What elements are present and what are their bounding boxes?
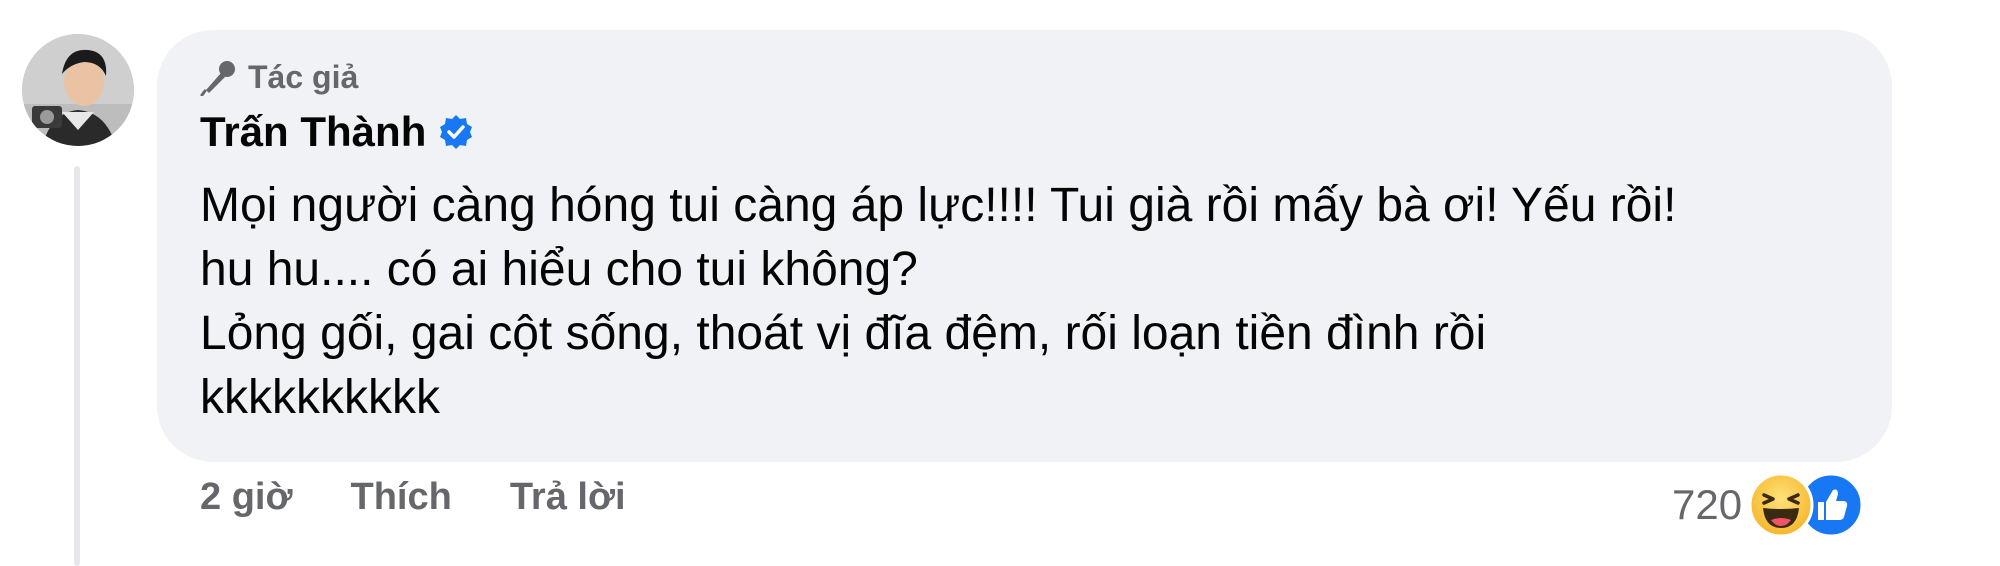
comment-timestamp[interactable]: 2 giờ — [200, 476, 292, 519]
author-badge-label: Tác giả — [248, 58, 359, 95]
microphone-icon — [200, 61, 235, 96]
comment-line: Mọi người càng hóng tui càng áp lực!!!! … — [200, 179, 1677, 232]
reaction-count: 720 — [1672, 481, 1743, 528]
avatar[interactable] — [22, 34, 134, 146]
haha-reaction-icon — [1748, 472, 1814, 538]
like-button[interactable]: Thích — [350, 476, 451, 519]
comment-line: kkkkkkkkkk — [200, 371, 440, 424]
avatar-image — [22, 34, 134, 146]
reaction-summary[interactable]: 720 — [1672, 472, 1868, 538]
reply-button[interactable]: Trả lời — [510, 476, 626, 519]
author-row: Trấn Thành — [200, 108, 474, 156]
reaction-icons — [1748, 472, 1868, 538]
comment-actions: 2 giờ Thích Trả lời — [200, 476, 626, 519]
comment-line: hu hu.... có ai hiểu cho tui không? — [200, 243, 918, 296]
author-badge: Tác giả — [200, 58, 358, 96]
comment-line: Lỏng gối, gai cột sống, thoát vị đĩa đệm… — [200, 307, 1487, 360]
verified-badge-icon — [440, 115, 473, 149]
comment-text: Mọi người càng hóng tui càng áp lực!!!! … — [200, 174, 1860, 430]
author-name[interactable]: Trấn Thành — [200, 108, 426, 156]
thread-line — [74, 166, 80, 566]
